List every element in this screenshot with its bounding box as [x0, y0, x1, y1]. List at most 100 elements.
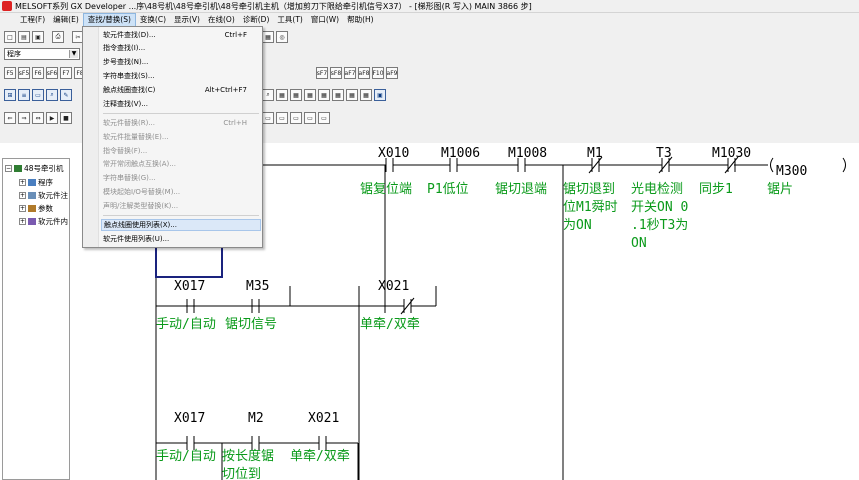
- parallel-falling-pulse-icon[interactable]: aF8: [358, 67, 370, 79]
- program-folder-icon: [28, 179, 36, 186]
- tool-1-icon[interactable]: ▭: [262, 112, 274, 124]
- tree-root[interactable]: − 48号牵引机: [5, 163, 64, 174]
- contact-label: M1: [587, 146, 603, 161]
- delete-line-icon[interactable]: aF9: [386, 67, 398, 79]
- menu-convert[interactable]: 变换(C): [136, 14, 170, 26]
- expand-icon[interactable]: +: [19, 218, 26, 225]
- tree-item-label: 软元件注: [38, 191, 68, 200]
- program-select[interactable]: 程序 ▼: [4, 48, 80, 60]
- tree-root-label: 48号牵引机: [24, 164, 64, 173]
- menu-separator: [103, 215, 259, 216]
- comment: 按长度锯 切位到: [222, 449, 275, 480]
- menu-find-replace[interactable]: 查找/替换(S): [82, 13, 136, 27]
- comment-folder-icon: [28, 192, 36, 199]
- memory-folder-icon: [28, 218, 36, 225]
- comment-edit-icon[interactable]: ✎: [60, 89, 72, 101]
- menu-item-string-find[interactable]: 字符串查找(S)...: [103, 70, 261, 82]
- project-tree: − 48号牵引机 + 程序 + 软元件注 + 参数 + 软元件内: [2, 158, 70, 480]
- program-select-value: 程序: [7, 50, 21, 58]
- device-icon[interactable]: ▭: [32, 89, 44, 101]
- melsoft-logo-icon: [2, 1, 12, 11]
- closed-contact-icon[interactable]: F6: [32, 67, 44, 79]
- read-plc-icon[interactable]: ⇐: [4, 112, 16, 124]
- tree-item-device-memory[interactable]: + 软元件内: [19, 216, 68, 227]
- menu-item-comment-find[interactable]: 注释查找(V)...: [103, 98, 261, 110]
- find-icon[interactable]: ⌕: [46, 89, 58, 101]
- toolbar-edit-tools-2: ⌕ ▦ ▦ ▦ ▦ ▦ ▦ ▦ ▣: [262, 87, 388, 103]
- menu-view[interactable]: 显示(V): [170, 14, 204, 26]
- grid-5-icon[interactable]: ▦: [332, 89, 344, 101]
- grid-1-icon[interactable]: ▦: [276, 89, 288, 101]
- menu-item-contact-coil-find[interactable]: 触点线圈查找(C) Alt+Ctrl+F7: [103, 84, 261, 96]
- menu-edit[interactable]: 编辑(E): [49, 14, 83, 26]
- tree-item-device-comment[interactable]: + 软元件注: [19, 190, 68, 201]
- project-icon: [14, 165, 22, 172]
- menu-item-statement-replace: 声明/注解类型替换(K)...: [103, 202, 179, 210]
- parallel-open-contact-icon[interactable]: sF5: [18, 67, 30, 79]
- verify-plc-icon[interactable]: ⇔: [32, 112, 44, 124]
- coil-label: M300: [776, 164, 808, 179]
- menu-item-instruction-find[interactable]: 指令查找(I)...: [103, 42, 261, 54]
- magnifier-icon[interactable]: ⌕: [262, 89, 274, 101]
- menu-help[interactable]: 帮助(H): [343, 14, 378, 26]
- comment: 单牵/双牵: [290, 449, 350, 464]
- monitor-icon[interactable]: ▦: [262, 31, 274, 43]
- toolbar-monitor: ▦ ◎: [262, 29, 290, 45]
- expand-icon[interactable]: +: [19, 205, 26, 212]
- stop-icon[interactable]: ■: [60, 112, 72, 124]
- menu-item-device-find[interactable]: 软元件查找(D)... Ctrl+F: [103, 29, 261, 41]
- tool-5-icon[interactable]: ▭: [318, 112, 330, 124]
- falling-pulse-icon[interactable]: sF8: [330, 67, 342, 79]
- grid-4-icon[interactable]: ▦: [318, 89, 330, 101]
- comment: 单牵/双牵: [360, 317, 420, 332]
- tree-item-parameter[interactable]: + 参数: [19, 203, 53, 214]
- parallel-rising-pulse-icon[interactable]: aF7: [344, 67, 356, 79]
- menu-item-io-replace: 模块起始I/O号替换(M)...: [103, 188, 181, 196]
- menu-diagnostics[interactable]: 诊断(D): [239, 14, 274, 26]
- zoom-icon[interactable]: ◎: [276, 31, 288, 43]
- menu-item-device-list[interactable]: 软元件使用列表(U)...: [103, 233, 261, 245]
- menu-tools[interactable]: 工具(T): [273, 14, 306, 26]
- menu-item-contact-coil-list[interactable]: 触点线圈使用列表(X)...: [101, 219, 261, 231]
- write-plc-icon[interactable]: ⇒: [18, 112, 30, 124]
- grid-3-icon[interactable]: ▦: [304, 89, 316, 101]
- menu-project[interactable]: 工程(F): [16, 14, 49, 26]
- expand-icon[interactable]: +: [19, 179, 26, 186]
- coil-icon[interactable]: F7: [60, 67, 72, 79]
- tree-item-program[interactable]: + 程序: [19, 177, 53, 188]
- menu-window[interactable]: 窗口(W): [307, 14, 343, 26]
- contact-label: X021: [378, 279, 410, 294]
- run-icon[interactable]: ▶: [46, 112, 58, 124]
- ladder-view-icon[interactable]: ⊞: [4, 89, 16, 101]
- comment: 光电检测 开关ON 0 .1秒T3为 ON: [631, 182, 689, 251]
- comment: P1低位: [427, 182, 469, 197]
- menu-item-string-replace: 字符串替换(G)...: [103, 174, 156, 182]
- tool-2-icon[interactable]: ▭: [276, 112, 288, 124]
- title-bar: MELSOFT系列 GX Developer ...序\48号机\48号牵引机\…: [0, 0, 859, 13]
- rising-pulse-icon[interactable]: sF7: [316, 67, 328, 79]
- contact-label: M35: [246, 279, 270, 294]
- find-replace-menu: 软元件查找(D)... Ctrl+F 指令查找(I)... 步号查找(N)... …: [82, 26, 263, 248]
- open-folder-icon[interactable]: ▤: [18, 31, 30, 43]
- instruction-list-icon[interactable]: ≡: [18, 89, 30, 101]
- save-icon[interactable]: ▣: [32, 31, 44, 43]
- open-contact-icon[interactable]: F5: [4, 67, 16, 79]
- tool-3-icon[interactable]: ▭: [290, 112, 302, 124]
- chevron-down-icon[interactable]: ▼: [69, 50, 78, 58]
- expand-icon[interactable]: +: [19, 192, 26, 199]
- tool-4-icon[interactable]: ▭: [304, 112, 316, 124]
- menu-item-step-find[interactable]: 步号查找(N)...: [103, 56, 261, 68]
- grid-6-icon[interactable]: ▦: [346, 89, 358, 101]
- parallel-closed-contact-icon[interactable]: sF6: [46, 67, 58, 79]
- print-icon[interactable]: ⎙: [52, 31, 64, 43]
- grid-2-icon[interactable]: ▦: [290, 89, 302, 101]
- collapse-icon[interactable]: −: [5, 165, 12, 172]
- contact-label: X017: [174, 279, 206, 294]
- contact-label: M1030: [712, 146, 752, 161]
- menu-online[interactable]: 在线(O): [204, 14, 239, 26]
- contact-label: X010: [378, 146, 410, 161]
- horizontal-line-icon[interactable]: F10: [372, 67, 384, 79]
- new-file-icon[interactable]: □: [4, 31, 16, 43]
- step-icon[interactable]: ▣: [374, 89, 386, 101]
- grid-7-icon[interactable]: ▦: [360, 89, 372, 101]
